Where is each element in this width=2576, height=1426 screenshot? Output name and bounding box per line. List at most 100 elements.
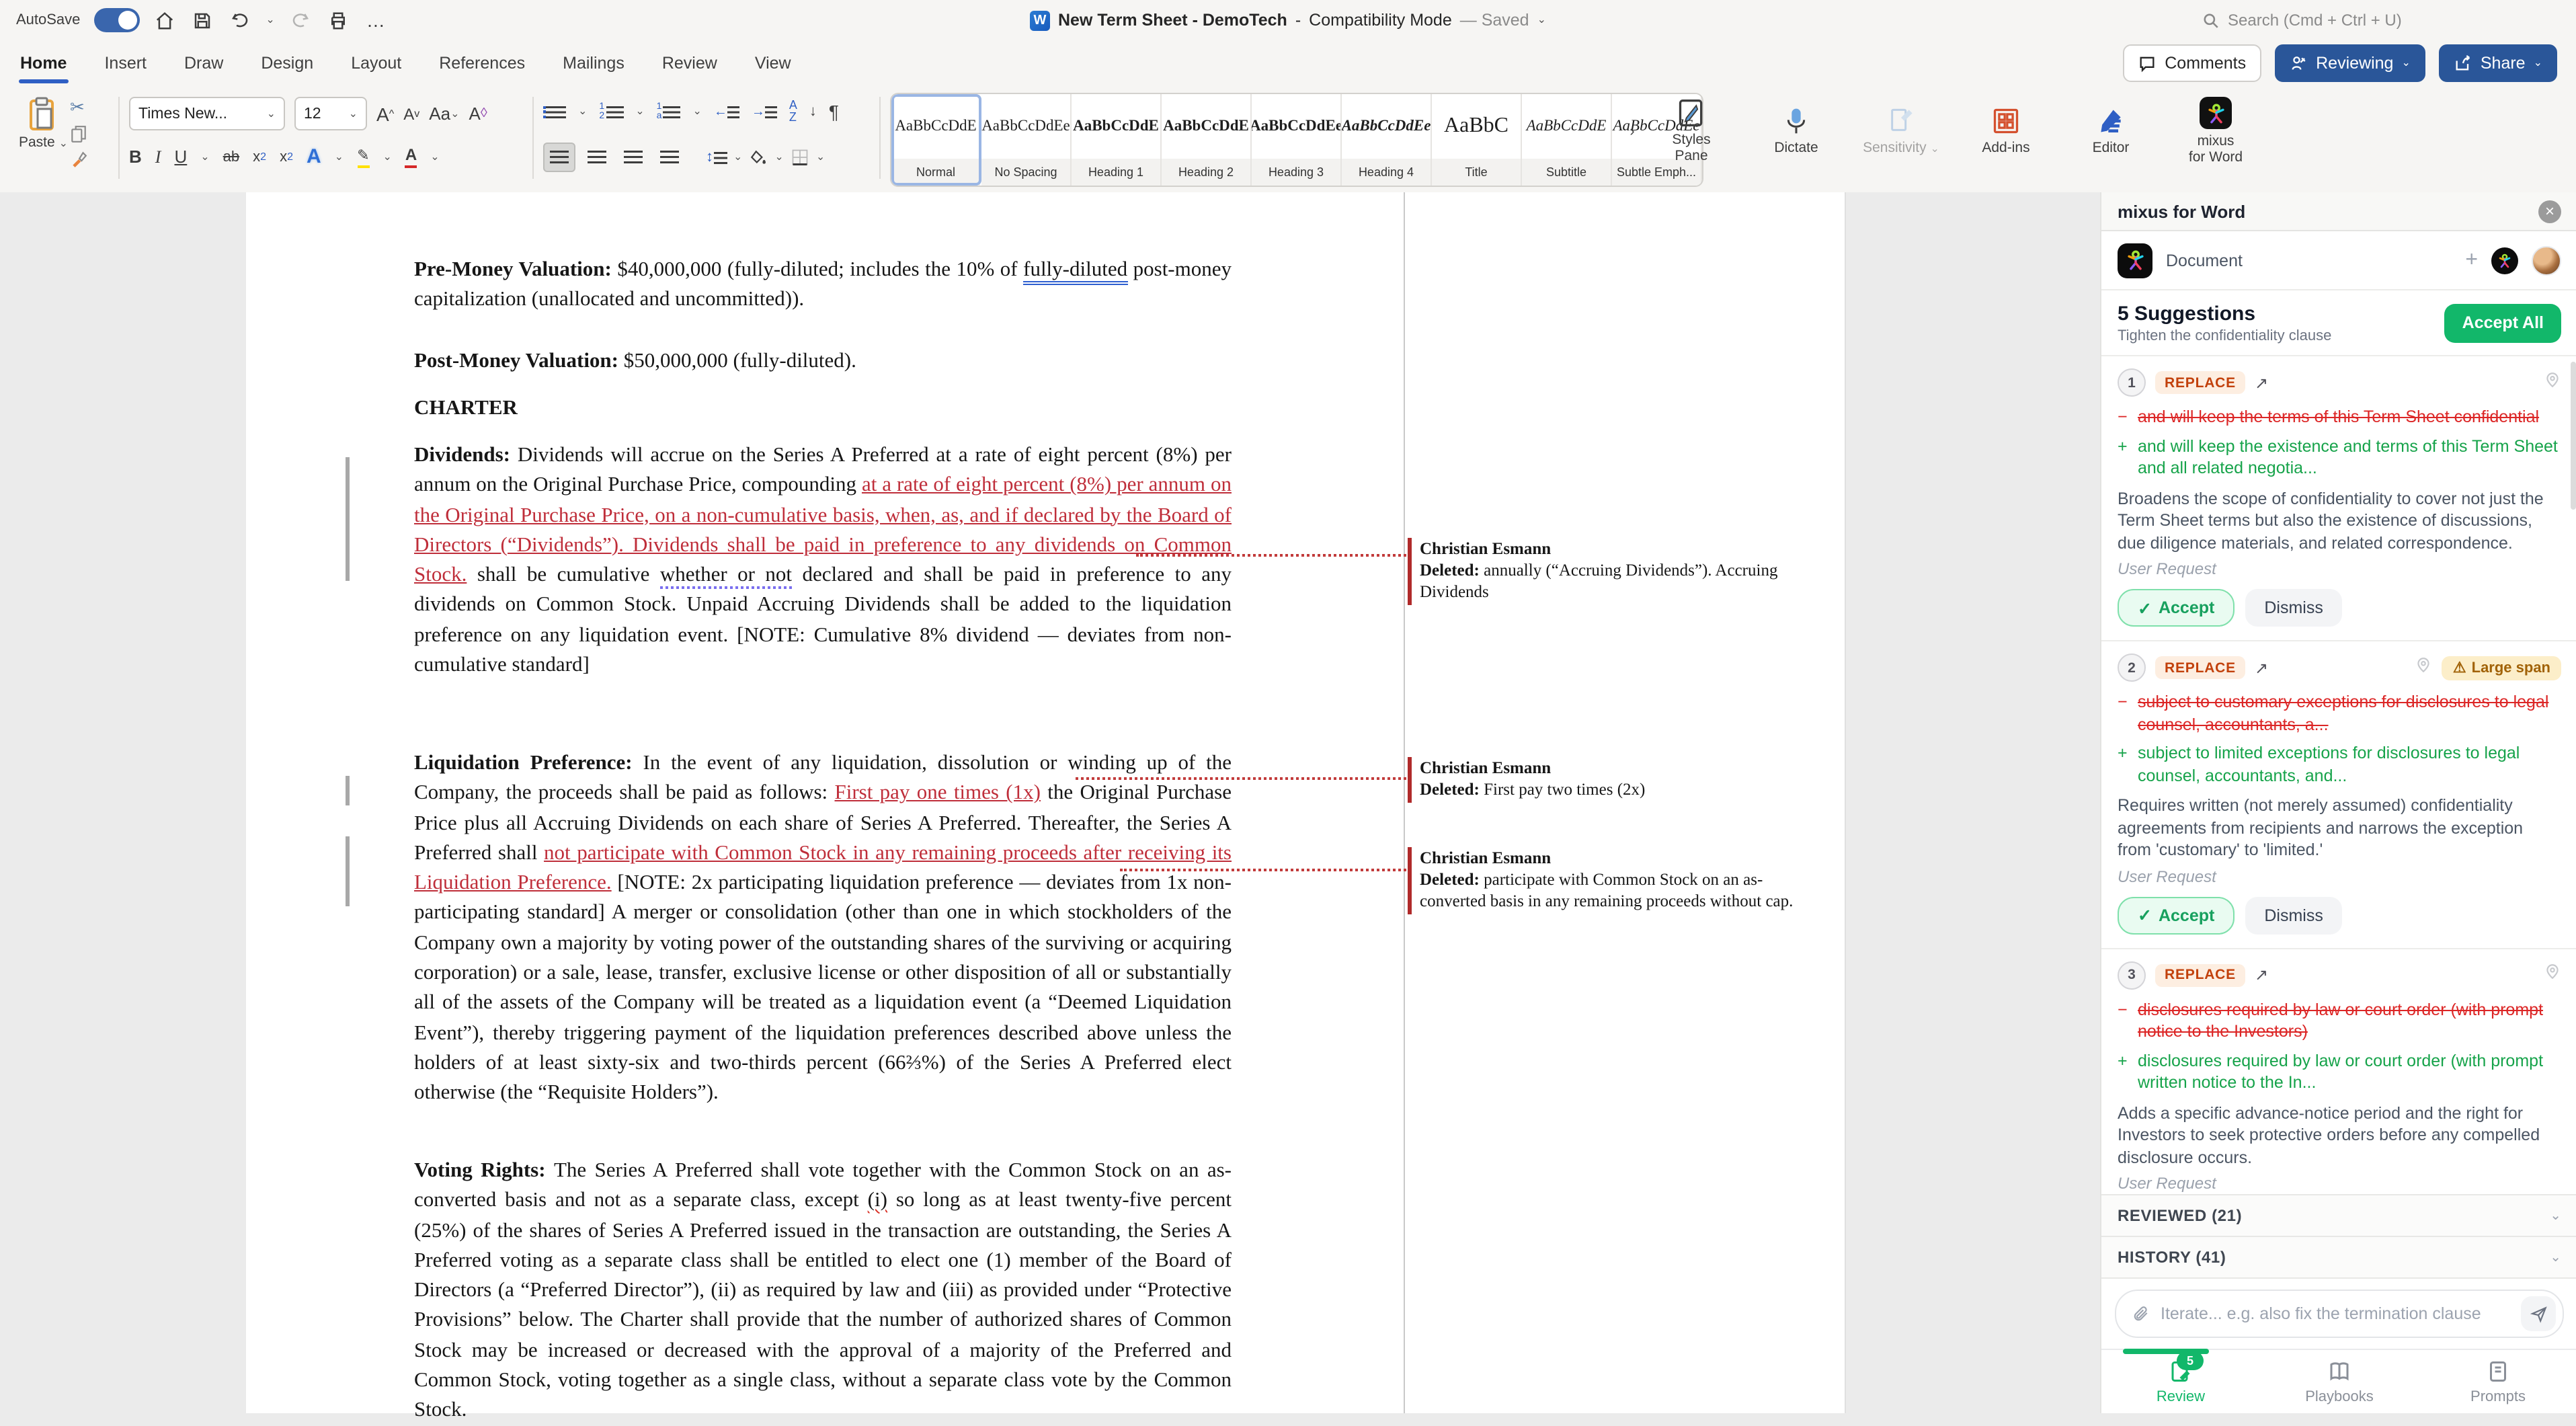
numbered-list-icon[interactable]: 12	[599, 102, 623, 121]
text-effects-icon[interactable]: A	[307, 145, 321, 168]
style-title[interactable]: AaBbCTitle	[1432, 94, 1522, 186]
ribbon-tab-view[interactable]: View	[754, 51, 793, 75]
send-button[interactable]	[2521, 1296, 2556, 1331]
subscript-icon[interactable]: x2	[253, 149, 266, 165]
tab-prompts[interactable]: Prompts	[2419, 1350, 2576, 1413]
font-size-select[interactable]: 12⌄	[294, 97, 367, 130]
ribbon-tab-draw[interactable]: Draw	[183, 51, 225, 75]
ribbon-tab-layout[interactable]: Layout	[350, 51, 403, 75]
paragraph-voting[interactable]: Voting Rights: The Series A Preferred sh…	[414, 1156, 1232, 1426]
dismiss-button[interactable]: Dismiss	[2245, 589, 2342, 627]
style-subtitle[interactable]: AaBbCcDdESubtitle	[1522, 94, 1612, 186]
location-pin-icon[interactable]	[2544, 963, 2561, 987]
paragraph-dividends[interactable]: Dividends: Dividends will accrue on the …	[414, 441, 1232, 681]
justify-button[interactable]	[655, 144, 684, 171]
mixus-addin-button[interactable]: mixus for Word	[2173, 97, 2259, 165]
ribbon-tab-mailings[interactable]: Mailings	[561, 51, 626, 75]
strikethrough-icon[interactable]: ab	[223, 149, 240, 165]
undo-chevron-icon[interactable]: ⌄	[266, 15, 274, 26]
close-icon[interactable]: ×	[2538, 200, 2561, 223]
reviewed-section[interactable]: REVIEWED (21) ⌄	[2101, 1194, 2576, 1236]
accept-button[interactable]: ✓Accept	[2118, 896, 2235, 934]
more-options-icon[interactable]: …	[364, 8, 388, 32]
paragraph-liquidation[interactable]: Liquidation Preference: In the event of …	[414, 749, 1232, 1109]
open-in-document-icon[interactable]: ↗	[2255, 373, 2268, 392]
paragraph-post-money[interactable]: Post-Money Valuation: $50,000,000 (fully…	[414, 347, 1232, 377]
margin-note[interactable]: Christian EsmannDeleted: participate wit…	[1420, 847, 1823, 912]
decrease-indent-icon[interactable]: ←	[714, 104, 739, 119]
italic-icon[interactable]: I	[155, 146, 161, 167]
tab-review[interactable]: 5 Review	[2101, 1350, 2260, 1413]
paragraph-charter[interactable]: CHARTER	[414, 394, 1232, 424]
cut-icon[interactable]: ✂	[70, 97, 87, 118]
ribbon-tab-references[interactable]: References	[438, 51, 526, 75]
paste-button[interactable]: Paste ⌄	[19, 97, 68, 151]
line-spacing-icon[interactable]: ↕	[706, 149, 727, 165]
reviewing-button[interactable]: Reviewing ⌄	[2274, 44, 2425, 82]
autosave-toggle[interactable]	[93, 8, 139, 32]
style-heading-4[interactable]: AaBbCcDdEeHeading 4	[1342, 94, 1432, 186]
accept-button[interactable]: ✓Accept	[2118, 589, 2235, 627]
align-left-button[interactable]	[543, 143, 575, 172]
add-icon[interactable]: +	[2465, 248, 2478, 272]
location-pin-icon[interactable]	[2544, 370, 2561, 395]
sort-icon[interactable]: AZ	[789, 100, 797, 124]
ribbon-tab-design[interactable]: Design	[259, 51, 315, 75]
print-icon[interactable]	[326, 8, 350, 32]
undo-icon[interactable]	[228, 8, 252, 32]
font-color-icon[interactable]: A	[405, 145, 417, 168]
clear-formatting-icon[interactable]: A◊	[469, 104, 487, 124]
dismiss-button[interactable]: Dismiss	[2245, 896, 2342, 934]
borders-icon[interactable]	[791, 148, 809, 167]
ribbon-tab-home[interactable]: Home	[19, 51, 68, 75]
align-right-button[interactable]	[618, 144, 648, 171]
ribbon-tab-review[interactable]: Review	[661, 51, 719, 75]
open-in-document-icon[interactable]: ↗	[2255, 658, 2268, 677]
shrink-font-icon[interactable]: Av	[403, 104, 419, 123]
paragraph-pre-money[interactable]: Pre-Money Valuation: $40,000,000 (fully-…	[414, 255, 1232, 315]
search-box[interactable]: Search (Cmd + Ctrl + U)	[2202, 0, 2402, 40]
share-button[interactable]: Share ⌄	[2439, 44, 2557, 82]
history-section[interactable]: HISTORY (41) ⌄	[2101, 1236, 2576, 1277]
title-chevron-icon[interactable]: ⌄	[1537, 15, 1546, 26]
pilcrow-icon[interactable]: ¶	[829, 101, 839, 122]
save-icon[interactable]	[190, 8, 214, 32]
dictate-button[interactable]: Dictate	[1753, 106, 1839, 156]
ribbon-tab-insert[interactable]: Insert	[103, 51, 148, 75]
editor-button[interactable]: Editor	[2068, 106, 2154, 156]
bold-icon[interactable]: B	[129, 147, 142, 167]
copy-icon[interactable]	[70, 125, 87, 144]
underline-icon[interactable]: U	[174, 147, 187, 167]
margin-note[interactable]: Christian EsmannDeleted: annually (“Accr…	[1420, 538, 1823, 602]
style-normal[interactable]: AaBbCcDdENormal	[891, 94, 981, 186]
location-pin-icon[interactable]	[2415, 656, 2433, 680]
grow-font-icon[interactable]: A^	[376, 103, 394, 124]
open-in-document-icon[interactable]: ↗	[2255, 965, 2268, 984]
styles-gallery-next-icon[interactable]: ›	[1621, 123, 1643, 139]
accept-all-button[interactable]: Accept All	[2445, 303, 2561, 342]
highlight-color-icon[interactable]: ✎	[357, 146, 369, 167]
increase-indent-icon[interactable]: →	[752, 104, 777, 119]
style-heading-1[interactable]: AaBbCcDdEHeading 1	[1072, 94, 1162, 186]
font-name-select[interactable]: Times New...⌄	[129, 97, 285, 130]
style-heading-2[interactable]: AaBbCcDdEHeading 2	[1162, 94, 1252, 186]
iterate-input[interactable]: Iterate... e.g. also fix the termination…	[2115, 1290, 2564, 1338]
panel-document-row[interactable]: Document +	[2101, 231, 2576, 290]
superscript-icon[interactable]: x2	[280, 149, 293, 165]
shading-icon[interactable]	[749, 149, 768, 166]
bullet-list-icon[interactable]	[543, 106, 566, 118]
multilevel-list-icon[interactable]: 1a	[657, 102, 681, 121]
home-icon[interactable]	[153, 8, 177, 32]
margin-note[interactable]: Christian EsmannDeleted: First pay two t…	[1420, 757, 1823, 800]
style-no-spacing[interactable]: AaBbCcDdEeNo Spacing	[981, 94, 1072, 186]
attachment-icon[interactable]	[2132, 1304, 2150, 1323]
format-painter-icon[interactable]	[70, 151, 87, 168]
styles-pane-button[interactable]: Styles Pane	[1648, 98, 1734, 164]
align-center-button[interactable]	[582, 144, 612, 171]
panel-scrollbar[interactable]	[2571, 362, 2576, 510]
document-title[interactable]: New Term Sheet - DemoTech	[1058, 11, 1287, 30]
tab-playbooks[interactable]: Playbooks	[2260, 1350, 2419, 1413]
comments-button[interactable]: Comments	[2123, 44, 2261, 82]
style-heading-3[interactable]: AaBbCcDdEeHeading 3	[1252, 94, 1342, 186]
change-case-icon[interactable]: Aa⌄	[429, 104, 459, 124]
